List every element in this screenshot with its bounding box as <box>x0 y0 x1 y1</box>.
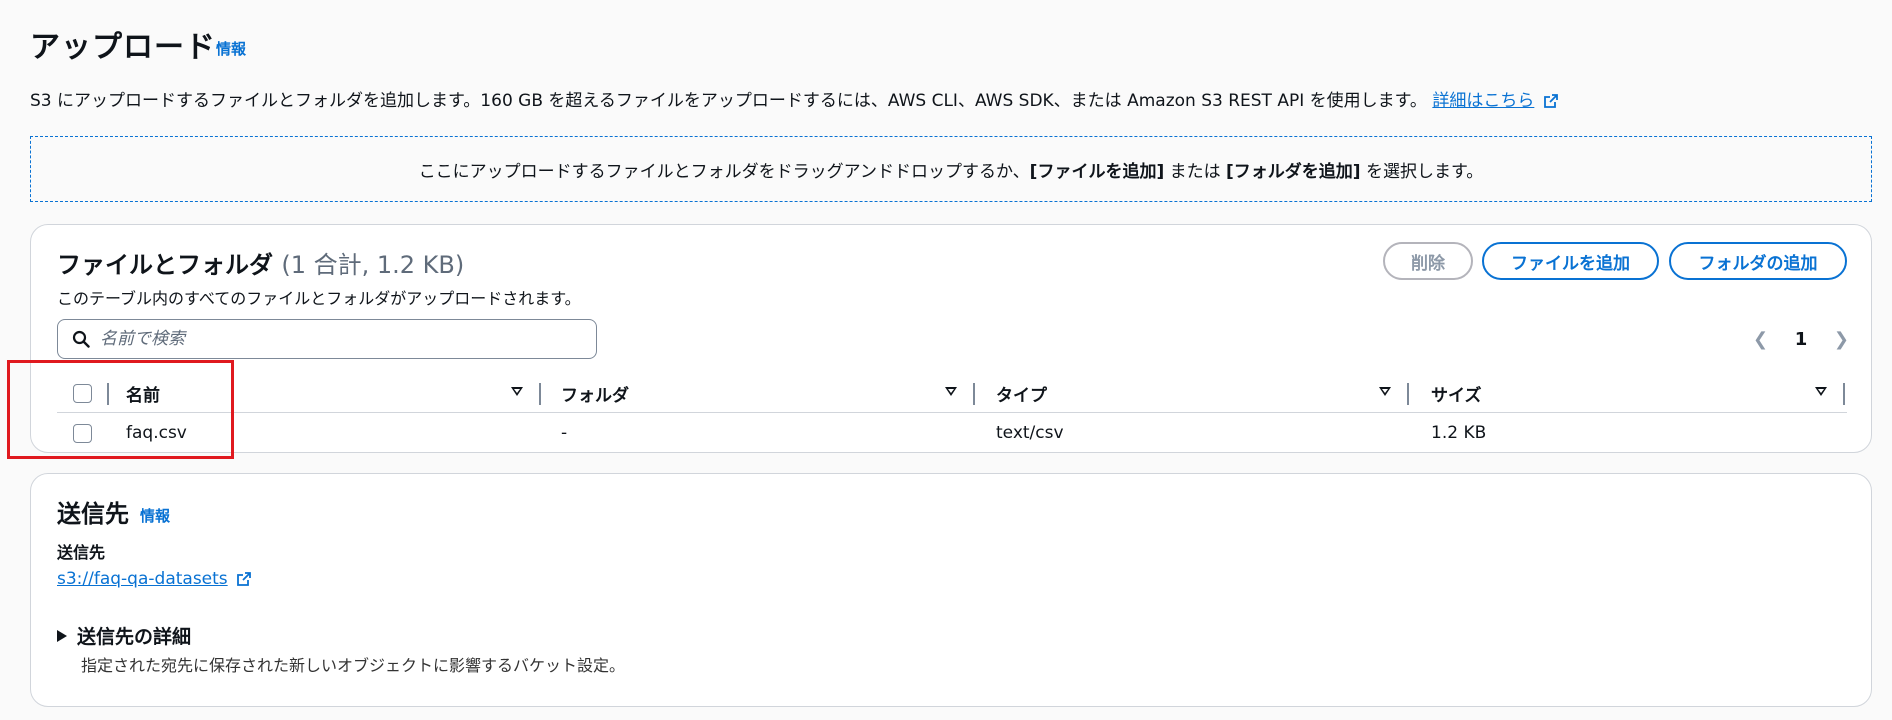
column-header-size[interactable]: サイズ <box>1431 373 1482 413</box>
destination-link[interactable]: s3://faq-qa-datasets <box>57 569 228 589</box>
page-number[interactable]: 1 <box>1795 329 1808 350</box>
cell-folder: - <box>561 423 568 443</box>
external-link-icon <box>1543 93 1558 113</box>
details-link[interactable]: 詳細はこちら <box>1432 91 1534 111</box>
column-header-type[interactable]: タイプ <box>996 373 1047 413</box>
table-row: faq.csv - text/csv 1.2 KB <box>57 413 1847 453</box>
dropzone-select: を選択します。 <box>1360 161 1484 182</box>
pagination: ❮ 1 ❯ <box>1753 325 1849 353</box>
sort-icon[interactable] <box>511 387 523 396</box>
sort-icon[interactable] <box>1379 387 1391 396</box>
sort-icon[interactable] <box>1815 387 1827 396</box>
dropzone-add-files: [ファイルを追加] <box>1029 161 1165 182</box>
cell-size: 1.2 KB <box>1431 423 1487 443</box>
info-link[interactable]: 情報 <box>216 38 246 59</box>
destination-panel: 送信先 情報 送信先 s3://faq-qa-datasets 送信先の詳細 指… <box>30 473 1872 707</box>
file-dropzone[interactable]: ここにアップロードするファイルとフォルダをドラッグアンドドロップするか、 [ファ… <box>30 136 1872 202</box>
column-divider[interactable] <box>539 383 541 405</box>
column-divider[interactable] <box>1843 383 1845 405</box>
destination-title: 送信先 <box>57 500 129 528</box>
external-link-icon <box>237 572 251 586</box>
highlight-box <box>7 360 234 459</box>
chevron-right-icon[interactable]: ❯ <box>1834 329 1849 350</box>
delete-button[interactable]: 削除 <box>1383 242 1473 280</box>
add-folder-button[interactable]: フォルダの追加 <box>1669 242 1847 280</box>
column-divider[interactable] <box>973 383 975 405</box>
files-title-text: ファイルとフォルダ <box>57 251 273 279</box>
dropzone-or: または <box>1164 161 1227 182</box>
dropzone-add-folder: [フォルダを追加] <box>1226 161 1361 182</box>
column-divider[interactable] <box>1407 383 1409 405</box>
caret-right-icon <box>57 629 67 642</box>
sort-icon[interactable] <box>945 387 957 396</box>
search-input[interactable] <box>100 329 580 349</box>
page-description: S3 にアップロードするファイルとフォルダを追加します。160 GB を超えるフ… <box>30 86 1558 113</box>
files-count: (1 合計, 1.2 KB) <box>281 251 465 279</box>
dropzone-text: ここにアップロードするファイルとフォルダをドラッグアンドドロップするか、 <box>418 161 1030 182</box>
search-box <box>57 319 597 359</box>
add-files-button[interactable]: ファイルを追加 <box>1482 242 1659 280</box>
destination-details-description: 指定された宛先に保存された新しいオブジェクトに影響するバケット設定。 <box>81 656 626 675</box>
destination-details-toggle[interactable]: 送信先の詳細 <box>57 622 191 649</box>
cell-type: text/csv <box>996 423 1064 443</box>
table-header: 名前 フォルダ タイプ サイズ <box>57 373 1847 413</box>
files-title: ファイルとフォルダ (1 合計, 1.2 KB) <box>57 245 464 280</box>
destination-details-title: 送信先の詳細 <box>77 626 192 648</box>
files-panel: ファイルとフォルダ (1 合計, 1.2 KB) このテーブル内のすべてのファイ… <box>30 224 1872 453</box>
search-icon <box>72 330 90 348</box>
description-text: S3 にアップロードするファイルとフォルダを追加します。160 GB を超えるフ… <box>30 91 1427 111</box>
destination-link-wrap: s3://faq-qa-datasets <box>57 569 251 589</box>
column-header-folder[interactable]: フォルダ <box>561 373 629 413</box>
destination-label: 送信先 <box>57 543 106 562</box>
chevron-left-icon[interactable]: ❮ <box>1753 329 1768 350</box>
destination-info-link[interactable]: 情報 <box>140 505 170 526</box>
page-title: アップロード <box>30 30 216 65</box>
files-description: このテーブル内のすべてのファイルとフォルダがアップロードされます。 <box>57 289 581 308</box>
